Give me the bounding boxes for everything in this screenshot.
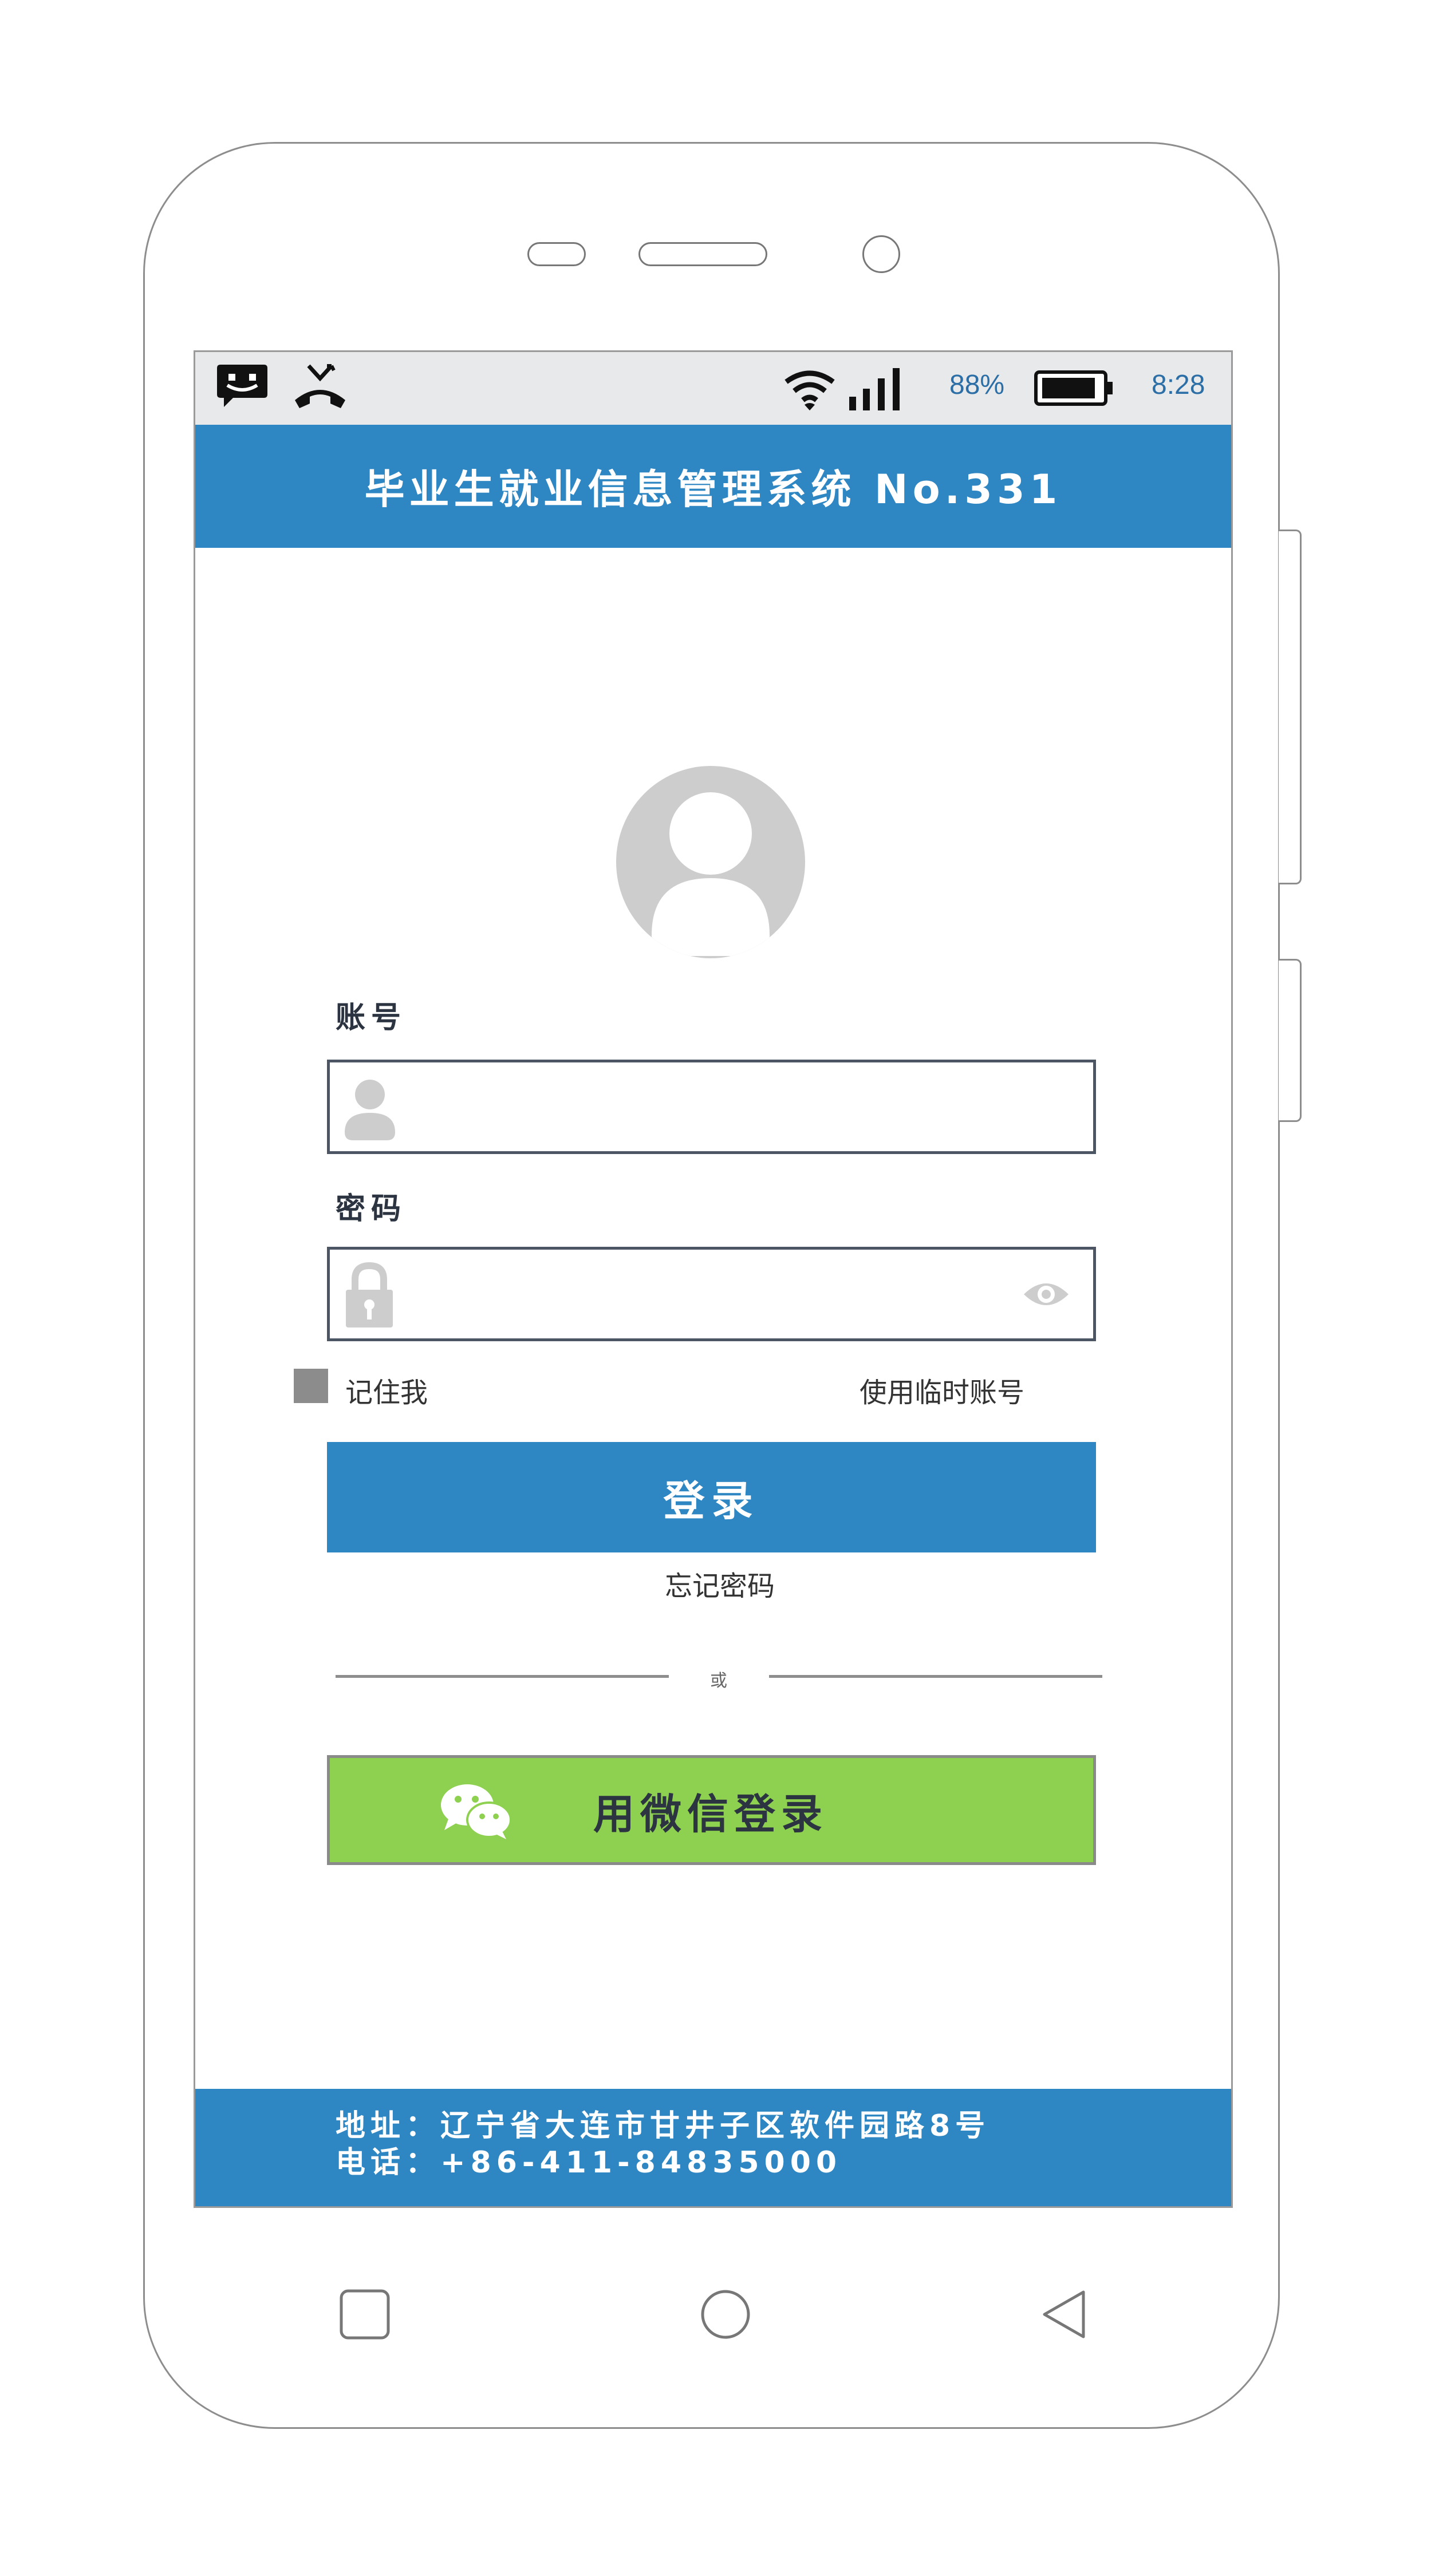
- earpiece-speaker: [638, 242, 767, 266]
- remember-me-label[interactable]: 记住我: [345, 1370, 428, 1410]
- message-icon: [217, 365, 267, 407]
- clock: 8:28: [1152, 370, 1205, 400]
- app-header: 毕业生就业信息管理系统 No.331: [195, 425, 1231, 548]
- login-button[interactable]: 登录: [327, 1442, 1096, 1552]
- divider-text: 或: [710, 1671, 727, 1691]
- temp-account-link[interactable]: 使用临时账号: [860, 1370, 1024, 1410]
- lock-icon: [346, 1262, 393, 1327]
- footer-phone: 电话：+86-411-84835000: [336, 2146, 842, 2180]
- wifi-icon: [784, 370, 835, 410]
- divider-left: [336, 1675, 669, 1678]
- account-label: 账号: [336, 1001, 407, 1035]
- remember-me-checkbox[interactable]: [294, 1369, 328, 1403]
- password-field[interactable]: [327, 1247, 1096, 1341]
- battery-icon: [1034, 370, 1113, 406]
- phone-screen: 88% 8:28 毕业生就业信息管理系统 No.331 账号 密码 记住我 使用…: [194, 350, 1233, 2208]
- wechat-login-button[interactable]: 用微信登录: [327, 1755, 1096, 1865]
- wechat-login-label: 用微信登录: [593, 1789, 829, 1838]
- battery-percent: 88%: [949, 370, 1005, 400]
- volume-button: [1279, 530, 1302, 884]
- missed-call-icon: [295, 364, 345, 408]
- footer: 地址：辽宁省大连市甘井子区软件园路8号 电话：+86-411-84835000: [195, 2089, 1231, 2206]
- divider-right: [769, 1675, 1102, 1678]
- back-icon[interactable]: [1041, 2289, 1087, 2340]
- wechat-icon: [441, 1784, 512, 1839]
- recent-apps-icon[interactable]: [339, 2289, 391, 2340]
- front-sensor: [527, 242, 586, 266]
- power-button: [1279, 959, 1302, 1122]
- home-icon[interactable]: [700, 2289, 751, 2340]
- password-label: 密码: [336, 1192, 407, 1226]
- account-input[interactable]: [404, 1062, 1006, 1151]
- status-bar: 88% 8:28: [195, 352, 1231, 425]
- front-camera: [862, 235, 900, 273]
- user-icon: [345, 1080, 395, 1140]
- forgot-password-link[interactable]: 忘记密码: [665, 1563, 775, 1603]
- password-input[interactable]: [404, 1250, 1006, 1338]
- account-field[interactable]: [327, 1060, 1096, 1154]
- page-title: 毕业生就业信息管理系统 No.331: [364, 466, 1062, 513]
- user-avatar-icon: [616, 766, 805, 958]
- signal-icon: [849, 368, 900, 410]
- eye-icon[interactable]: [1023, 1278, 1070, 1310]
